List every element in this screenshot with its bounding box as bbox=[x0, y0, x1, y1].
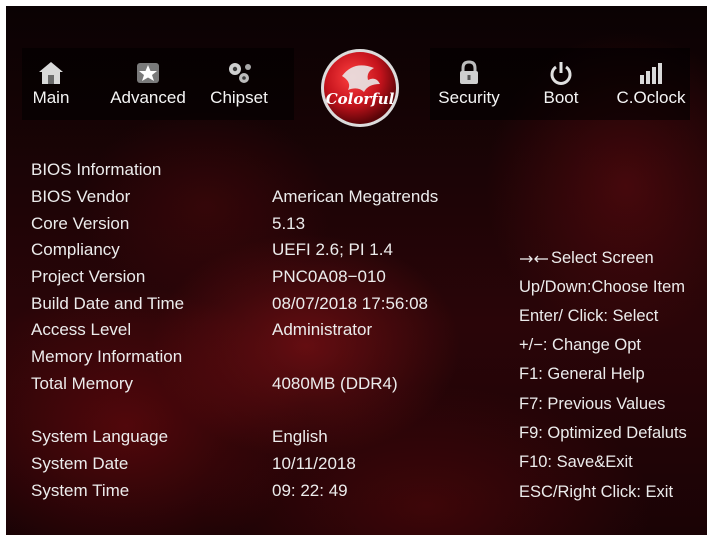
total-memory-value: 4080MB (DDR4) bbox=[272, 374, 398, 393]
system-date-label[interactable]: System Date bbox=[31, 454, 128, 474]
tab-chipset[interactable]: Chipset bbox=[206, 60, 272, 108]
tab-boot-label: Boot bbox=[543, 88, 579, 107]
advanced-star-icon bbox=[137, 63, 159, 83]
help-select-screen: Select Screen bbox=[519, 249, 654, 268]
help-general-help: F1: General Help bbox=[519, 365, 645, 383]
tab-c-oclock-label: C.Oclock bbox=[616, 88, 686, 107]
lock-icon bbox=[460, 60, 478, 84]
system-time-label[interactable]: System Time bbox=[31, 481, 129, 501]
tab-c-oclock[interactable]: C.Oclock bbox=[612, 60, 690, 108]
memory-information-heading: Memory Information bbox=[31, 347, 183, 366]
tab-main-label: Main bbox=[32, 88, 70, 107]
top-navigation: Main Advanced Chipset Colorful Security … bbox=[6, 6, 707, 127]
help-optimized-defaults: F9: Optimized Defaluts bbox=[519, 424, 687, 442]
bios-screen: Main Advanced Chipset Colorful Security … bbox=[6, 6, 707, 535]
total-memory-label: Total Memory bbox=[31, 374, 134, 393]
tab-advanced-label: Advanced bbox=[110, 88, 186, 107]
core-version-label: Core Version bbox=[31, 214, 130, 233]
tab-security-label: Security bbox=[438, 88, 500, 107]
logo-text: Colorful bbox=[326, 90, 395, 108]
tab-main[interactable]: Main bbox=[28, 60, 74, 108]
system-language-label[interactable]: System Language bbox=[31, 427, 168, 447]
power-icon bbox=[550, 62, 572, 85]
compliancy-label: Compliancy bbox=[31, 240, 120, 259]
tab-security[interactable]: Security bbox=[434, 60, 504, 108]
compliancy-value: UEFI 2.6; PI 1.4 bbox=[272, 240, 393, 259]
help-change-opt: +/−: Change Opt bbox=[519, 336, 642, 354]
access-level-value: Administrator bbox=[272, 320, 373, 339]
core-version-value: 5.13 bbox=[272, 214, 306, 233]
tab-advanced[interactable]: Advanced bbox=[106, 60, 190, 108]
access-level-label: Access Level bbox=[31, 320, 132, 339]
system-language-value[interactable]: English bbox=[272, 427, 328, 447]
bios-information-heading: BIOS Information bbox=[31, 160, 162, 179]
help-save-exit: F10: Save&Exit bbox=[519, 453, 633, 471]
build-date-time-value: 08/07/2018 17:56:08 bbox=[272, 294, 428, 313]
bios-vendor-label: BIOS Vendor bbox=[31, 187, 131, 206]
colorful-logo: Colorful bbox=[321, 49, 399, 127]
project-version-label: Project Version bbox=[31, 267, 146, 286]
help-select: Enter/ Click: Select bbox=[519, 307, 659, 325]
help-exit: ESC/Right Click: Exit bbox=[519, 483, 674, 501]
tab-boot[interactable]: Boot bbox=[538, 60, 584, 108]
gears-icon bbox=[229, 63, 251, 83]
system-date-value[interactable]: 10/11/2018 bbox=[272, 454, 356, 474]
project-version-value: PNC0A08−010 bbox=[272, 267, 386, 286]
help-choose-item: Up/Down:Choose Item bbox=[519, 278, 685, 296]
help-select-screen-text: Select Screen bbox=[551, 249, 654, 267]
build-date-time-label: Build Date and Time bbox=[31, 294, 185, 313]
bars-icon bbox=[640, 63, 662, 84]
bios-vendor-value: American Megatrends bbox=[272, 187, 439, 206]
help-previous-values: F7: Previous Values bbox=[519, 395, 666, 413]
left-right-arrows-icon bbox=[520, 255, 548, 263]
tab-chipset-label: Chipset bbox=[210, 88, 268, 107]
system-time-value[interactable]: 09: 22: 49 bbox=[272, 481, 348, 501]
home-icon bbox=[39, 62, 63, 84]
